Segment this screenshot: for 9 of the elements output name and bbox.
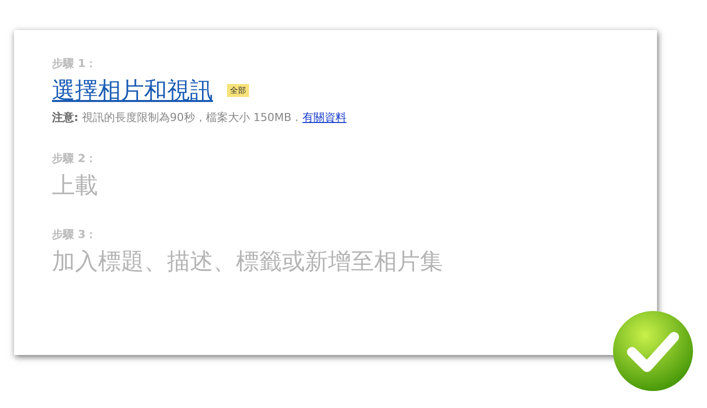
note-text: 注意: 視訊的長度限制為90秒，檔案大小 150MB . 有關資料 bbox=[52, 110, 346, 125]
step-title: 加入標題、描述、標籤或新增至相片集 bbox=[52, 248, 443, 277]
step-label: 步驟 1： bbox=[52, 56, 96, 71]
step-title: 上載 bbox=[52, 172, 98, 201]
step-link[interactable]: 選擇相片和視訊 bbox=[52, 75, 213, 106]
step-label: 步驟 3： bbox=[52, 227, 96, 242]
step-label: 步驟 2： bbox=[52, 151, 96, 166]
badge: 全部 bbox=[227, 84, 249, 97]
info-link[interactable]: 有關資料 bbox=[302, 111, 346, 124]
